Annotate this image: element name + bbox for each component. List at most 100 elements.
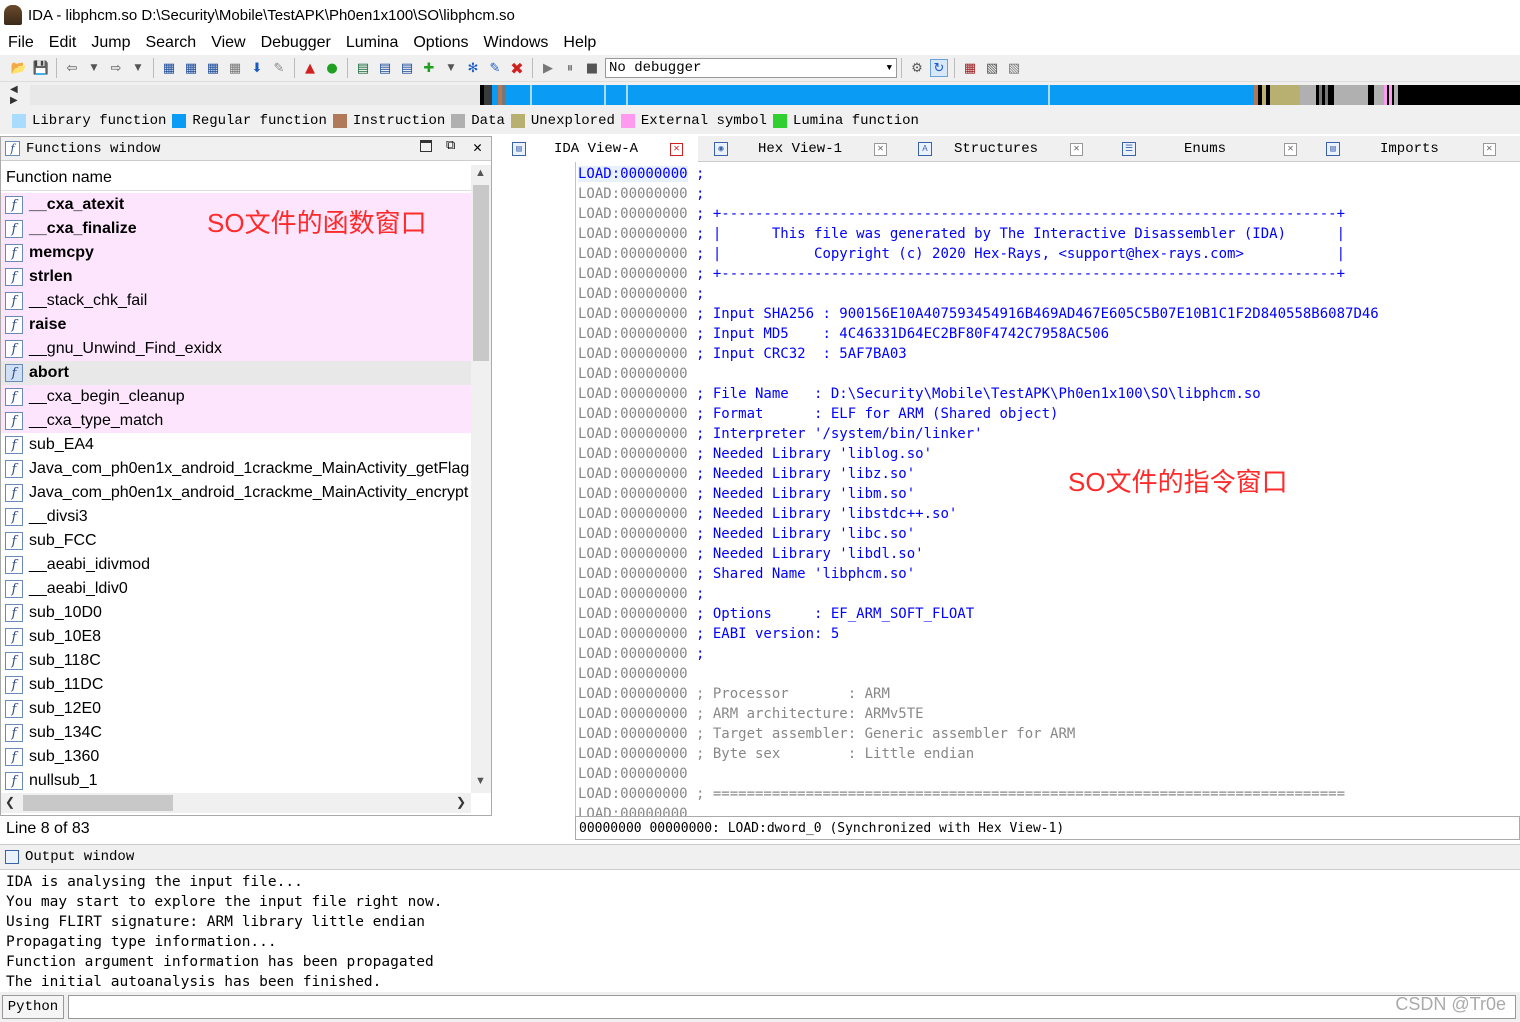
- function-row[interactable]: f __gnu_Unwind_Find_exidx: [1, 337, 471, 361]
- search-immediate-icon[interactable]: ▦: [204, 59, 222, 77]
- tab-close-icon[interactable]: ✕: [670, 142, 684, 156]
- function-row[interactable]: f sub_134C: [1, 721, 471, 745]
- chevron-down-icon[interactable]: ▼: [129, 59, 147, 77]
- tab-hex-view-1[interactable]: ◉ Hex View-1 ✕: [704, 136, 904, 162]
- disasm-line[interactable]: LOAD:00000000: [578, 764, 688, 784]
- disasm-line[interactable]: LOAD:00000000 ; Needed Library 'libc.so': [578, 524, 915, 544]
- menu-jump[interactable]: Jump: [91, 34, 130, 52]
- python-button[interactable]: Python: [2, 995, 64, 1019]
- code-icon[interactable]: ▤: [376, 59, 394, 77]
- download-arrow-icon[interactable]: ⬇: [248, 59, 266, 77]
- function-row[interactable]: f abort: [1, 361, 471, 385]
- horizontal-scrollbar[interactable]: ❮ ❯: [1, 793, 471, 813]
- function-row[interactable]: f raise: [1, 313, 471, 337]
- menu-file[interactable]: File: [8, 34, 34, 52]
- disasm-line[interactable]: LOAD:00000000 ; | This file was generate…: [578, 224, 1345, 244]
- function-row[interactable]: f Java_com_ph0en1x_android_1crackme_MainA…: [1, 481, 471, 505]
- close-red-icon[interactable]: ✖: [508, 59, 526, 78]
- tab-imports[interactable]: ▤ Imports ✕: [1322, 136, 1520, 162]
- add-icon[interactable]: ✚: [420, 59, 438, 77]
- disasm-line[interactable]: LOAD:00000000 ; Options : EF_ARM_SOFT_FL…: [578, 604, 974, 624]
- pause-icon[interactable]: ⏸: [561, 59, 579, 77]
- disasm-line[interactable]: LOAD:00000000 ; Processor : ARM: [578, 684, 890, 704]
- function-row[interactable]: f __stack_chk_fail: [1, 289, 471, 313]
- play-icon[interactable]: ▶: [539, 59, 557, 77]
- disasm-line[interactable]: LOAD:00000000 ; +-----------------------…: [578, 204, 1345, 224]
- function-row[interactable]: f sub_EA4: [1, 433, 471, 457]
- attach-process-icon[interactable]: ⚙: [908, 59, 926, 77]
- disasm-line[interactable]: LOAD:00000000 ; Format : ELF for ARM (Sh…: [578, 404, 1058, 424]
- maximize-icon[interactable]: [420, 140, 432, 152]
- function-row[interactable]: f __aeabi_ldiv0: [1, 577, 471, 601]
- back-arrow-icon[interactable]: ⇦: [63, 59, 81, 77]
- hscroll-thumb[interactable]: [23, 795, 173, 811]
- menu-options[interactable]: Options: [413, 34, 468, 52]
- function-row[interactable]: f strlen: [1, 265, 471, 289]
- create-function-icon[interactable]: ▤: [354, 59, 372, 77]
- disasm-line[interactable]: LOAD:00000000: [578, 804, 688, 816]
- menu-windows[interactable]: Windows: [483, 34, 548, 52]
- menu-help[interactable]: Help: [563, 34, 596, 52]
- menu-lumina[interactable]: Lumina: [346, 34, 398, 52]
- scroll-up-icon[interactable]: ▲: [475, 167, 486, 179]
- tab-close-icon[interactable]: ✕: [1482, 142, 1496, 156]
- ida-view-disassembly[interactable]: LOAD:00000000 ; LOAD:00000000 ; LOAD:00000…: [575, 162, 1520, 816]
- function-row[interactable]: f __cxa_type_match: [1, 409, 471, 433]
- edit-icon[interactable]: ✎: [486, 59, 504, 77]
- disasm-line[interactable]: LOAD:00000000 ;: [578, 164, 704, 184]
- search-text-icon[interactable]: ▦: [182, 59, 200, 77]
- tab-close-icon[interactable]: ✕: [1284, 142, 1298, 156]
- nav-left-arrow-icon[interactable]: ◀: [10, 84, 18, 95]
- scroll-thumb[interactable]: [473, 185, 489, 361]
- function-row[interactable]: f __aeabi_idivmod: [1, 553, 471, 577]
- save-icon[interactable]: 💾: [32, 59, 50, 77]
- menu-view[interactable]: View: [211, 34, 245, 52]
- disasm-line[interactable]: LOAD:00000000 ;: [578, 284, 704, 304]
- menu-debugger[interactable]: Debugger: [261, 34, 331, 52]
- green-circle-icon[interactable]: ●: [323, 59, 341, 77]
- disasm-line[interactable]: LOAD:00000000 ; +-----------------------…: [578, 264, 1345, 284]
- search-binary-icon[interactable]: ▦: [160, 59, 178, 77]
- tab-close-icon[interactable]: ✕: [1070, 142, 1084, 156]
- function-row[interactable]: f __cxa_begin_cleanup: [1, 385, 471, 409]
- menu-search[interactable]: Search: [145, 34, 196, 52]
- disasm-line[interactable]: LOAD:00000000: [578, 364, 688, 384]
- patch-icon[interactable]: ✎: [270, 59, 288, 77]
- disasm-line[interactable]: LOAD:00000000 ; EABI version: 5: [578, 624, 839, 644]
- disasm-line[interactable]: LOAD:00000000 ; File Name : D:\Security\…: [578, 384, 1261, 404]
- stop-icon[interactable]: ■: [583, 59, 601, 77]
- menu-edit[interactable]: Edit: [49, 34, 77, 52]
- disasm-line[interactable]: LOAD:00000000 ; Target assembler: Generi…: [578, 724, 1075, 744]
- bug-icon[interactable]: ✻: [464, 59, 482, 77]
- tab-close-icon[interactable]: ✕: [874, 142, 888, 156]
- proximity-icon[interactable]: ▧: [983, 59, 1001, 77]
- command-input[interactable]: [68, 995, 1516, 1019]
- switch-debugger-icon[interactable]: ↻: [930, 59, 948, 77]
- disasm-line[interactable]: LOAD:00000000 ; | Copyright (c) 2020 Hex…: [578, 244, 1345, 264]
- function-row[interactable]: f Java_com_ph0en1x_android_1crackme_MainA…: [1, 457, 471, 481]
- disasm-line[interactable]: LOAD:00000000 ;: [578, 184, 704, 204]
- disasm-line[interactable]: LOAD:00000000 ; ========================…: [578, 784, 1345, 804]
- open-folder-icon[interactable]: 📂: [10, 59, 28, 77]
- scroll-left-icon[interactable]: ❮: [5, 795, 15, 809]
- disasm-line[interactable]: LOAD:00000000 ; Needed Library 'liblog.s…: [578, 444, 932, 464]
- chevron-down-icon[interactable]: ▼: [442, 59, 460, 77]
- function-row[interactable]: f sub_FCC: [1, 529, 471, 553]
- disasm-line[interactable]: LOAD:00000000 ; Input SHA256 : 900156E10…: [578, 304, 1379, 324]
- disasm-line[interactable]: LOAD:00000000 ; Needed Library 'libz.so': [578, 464, 915, 484]
- disasm-line[interactable]: LOAD:00000000 ; Needed Library 'libdl.so…: [578, 544, 924, 564]
- disasm-line[interactable]: LOAD:00000000 ; Input CRC32 : 5AF7BA03: [578, 344, 907, 364]
- data-icon[interactable]: ▤: [398, 59, 416, 77]
- disasm-line[interactable]: LOAD:00000000 ;: [578, 584, 704, 604]
- function-row[interactable]: f __divsi3: [1, 505, 471, 529]
- debugger-select[interactable]: No debugger ▼: [605, 58, 897, 78]
- disasm-line[interactable]: LOAD:00000000 ; ARM architecture: ARMv5T…: [578, 704, 924, 724]
- nav-right-arrow-icon[interactable]: ▶: [10, 95, 18, 106]
- disasm-line[interactable]: LOAD:00000000: [578, 664, 688, 684]
- function-row[interactable]: f sub_10D0: [1, 601, 471, 625]
- function-name-column-header[interactable]: Function name: [1, 165, 471, 191]
- function-row[interactable]: f sub_118C: [1, 649, 471, 673]
- tab-ida-view-a[interactable]: ▤ IDA View-A ✕: [498, 136, 698, 162]
- disasm-line[interactable]: LOAD:00000000 ;: [578, 644, 704, 664]
- function-row[interactable]: f sub_10E8: [1, 625, 471, 649]
